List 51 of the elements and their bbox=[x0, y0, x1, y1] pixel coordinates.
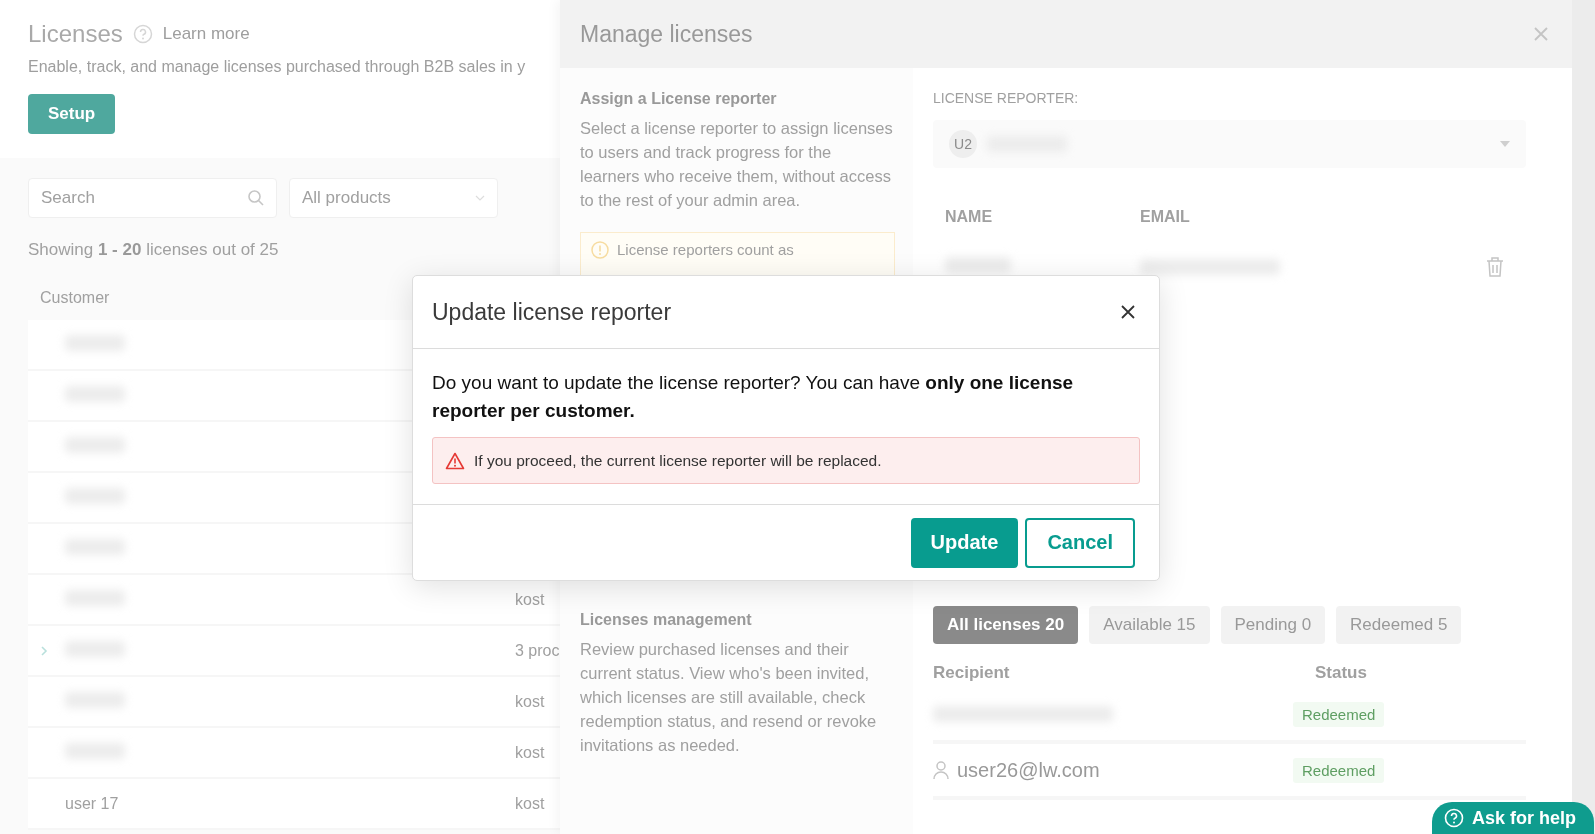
alert-text: If you proceed, the current license reporter will be replaced. bbox=[474, 451, 882, 470]
product-dropdown[interactable]: All products bbox=[289, 178, 498, 218]
dialog-title: Update license reporter bbox=[432, 298, 672, 326]
avatar: U2 bbox=[949, 130, 977, 158]
help-button[interactable]: Ask for help bbox=[1432, 802, 1595, 834]
table-cell-text: kost bbox=[515, 794, 546, 813]
filter-tab[interactable]: Pending 0 bbox=[1220, 606, 1326, 644]
section-title: Licenses management bbox=[580, 611, 753, 629]
column-header: EMAIL bbox=[1140, 208, 1190, 226]
search-field[interactable]: Search bbox=[28, 178, 277, 218]
recipient-email: user26@lw.com bbox=[957, 758, 1100, 782]
column-header: Status bbox=[1315, 663, 1367, 683]
help-icon bbox=[1444, 808, 1464, 828]
reporter-dropdown[interactable]: U2 bbox=[933, 120, 1526, 168]
chevron-right-icon[interactable] bbox=[40, 644, 48, 657]
notice-text: License reporters count as bbox=[617, 241, 794, 258]
chevron-down-icon bbox=[475, 195, 485, 201]
table-cell-text: kost bbox=[515, 590, 546, 609]
section-description: Select a license reporter to assign licenses to users and track progress for the learners who receive them, without access to the rest of your admin area. bbox=[580, 118, 894, 211]
section-description: Review purchased licenses and their current status. View who's been invited, which licenses are still available, check redemption status, and resend or revoke invitations as needed. bbox=[580, 639, 878, 756]
panel-title: Manage licenses bbox=[580, 20, 753, 48]
dialog-message: Do you want to update the license reporter? You can have only one license reporter per customer. bbox=[432, 371, 1075, 423]
close-icon[interactable] bbox=[1119, 303, 1137, 321]
column-header: Recipient bbox=[933, 663, 1011, 683]
customer-name: user 17 bbox=[65, 794, 119, 812]
results-count: Showing 1 - 20 licenses out of 25 bbox=[27, 239, 280, 260]
setup-button[interactable]: Setup bbox=[28, 94, 116, 134]
update-button[interactable]: Update bbox=[910, 517, 1019, 568]
filter-tab[interactable]: Available 15 bbox=[1089, 606, 1210, 644]
filter-tab[interactable]: All licenses 20 bbox=[933, 606, 1079, 644]
field-label: LICENSE REPORTER: bbox=[933, 90, 1080, 106]
page-subtitle: Enable, track, and manage licenses purchased through B2B sales in y bbox=[28, 58, 527, 76]
table-cell-text: kost bbox=[515, 692, 546, 711]
user-icon bbox=[933, 760, 949, 780]
caret-down-icon bbox=[1500, 141, 1510, 147]
section-title: Assign a License reporter bbox=[580, 90, 778, 108]
column-header: Customer bbox=[40, 289, 110, 307]
table-cell: 3 proc bbox=[515, 641, 560, 660]
learn-more-link[interactable]: Learn more bbox=[162, 24, 250, 44]
filter-tab[interactable]: Redeemed 5 bbox=[1336, 606, 1462, 644]
info-circle-icon bbox=[591, 241, 609, 259]
cancel-button[interactable]: Cancel bbox=[1025, 517, 1135, 568]
warning-icon bbox=[445, 451, 465, 470]
table-cell-text: kost bbox=[515, 743, 546, 762]
column-header: NAME bbox=[945, 208, 994, 226]
search-icon bbox=[247, 189, 265, 207]
status-badge: Redeemed bbox=[1293, 701, 1385, 727]
help-icon[interactable] bbox=[132, 24, 153, 44]
trash-icon[interactable] bbox=[1486, 256, 1504, 278]
status-badge: Redeemed bbox=[1293, 757, 1385, 783]
page-title: Licenses bbox=[28, 20, 123, 48]
